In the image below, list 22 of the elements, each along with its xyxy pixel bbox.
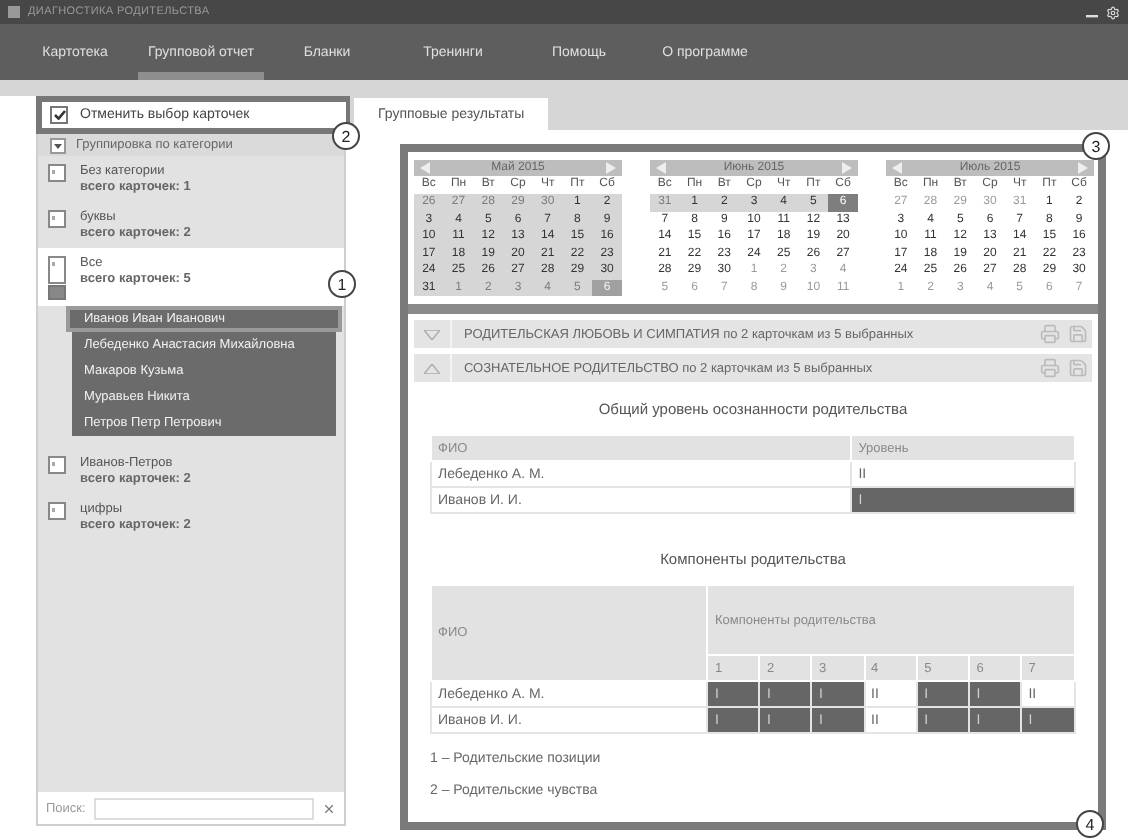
app-icon bbox=[8, 6, 20, 18]
next-month-icon[interactable] bbox=[842, 162, 852, 174]
callout-number: 1 bbox=[328, 270, 356, 298]
checkmark-icon bbox=[53, 110, 65, 120]
search-field[interactable] bbox=[93, 797, 314, 819]
checkbox[interactable] bbox=[50, 106, 68, 124]
prev-month-icon[interactable] bbox=[420, 162, 430, 174]
save-button[interactable] bbox=[1064, 322, 1092, 346]
toggle-icon[interactable] bbox=[424, 329, 440, 339]
callout-number: 3 bbox=[1082, 132, 1110, 160]
print-button[interactable] bbox=[1036, 322, 1064, 346]
save-button[interactable] bbox=[1064, 356, 1092, 380]
dropdown-icon[interactable] bbox=[50, 137, 66, 153]
next-month-icon[interactable] bbox=[1077, 162, 1088, 174]
close-icon[interactable] bbox=[322, 801, 336, 815]
callout-number: 4 bbox=[1076, 810, 1104, 838]
toggle-icon[interactable] bbox=[424, 363, 440, 373]
next-month-icon[interactable] bbox=[606, 162, 616, 174]
settings-icon[interactable] bbox=[1106, 5, 1120, 19]
print-button[interactable] bbox=[1036, 356, 1064, 380]
prev-month-icon[interactable] bbox=[656, 162, 666, 174]
prev-month-icon[interactable] bbox=[892, 162, 902, 174]
